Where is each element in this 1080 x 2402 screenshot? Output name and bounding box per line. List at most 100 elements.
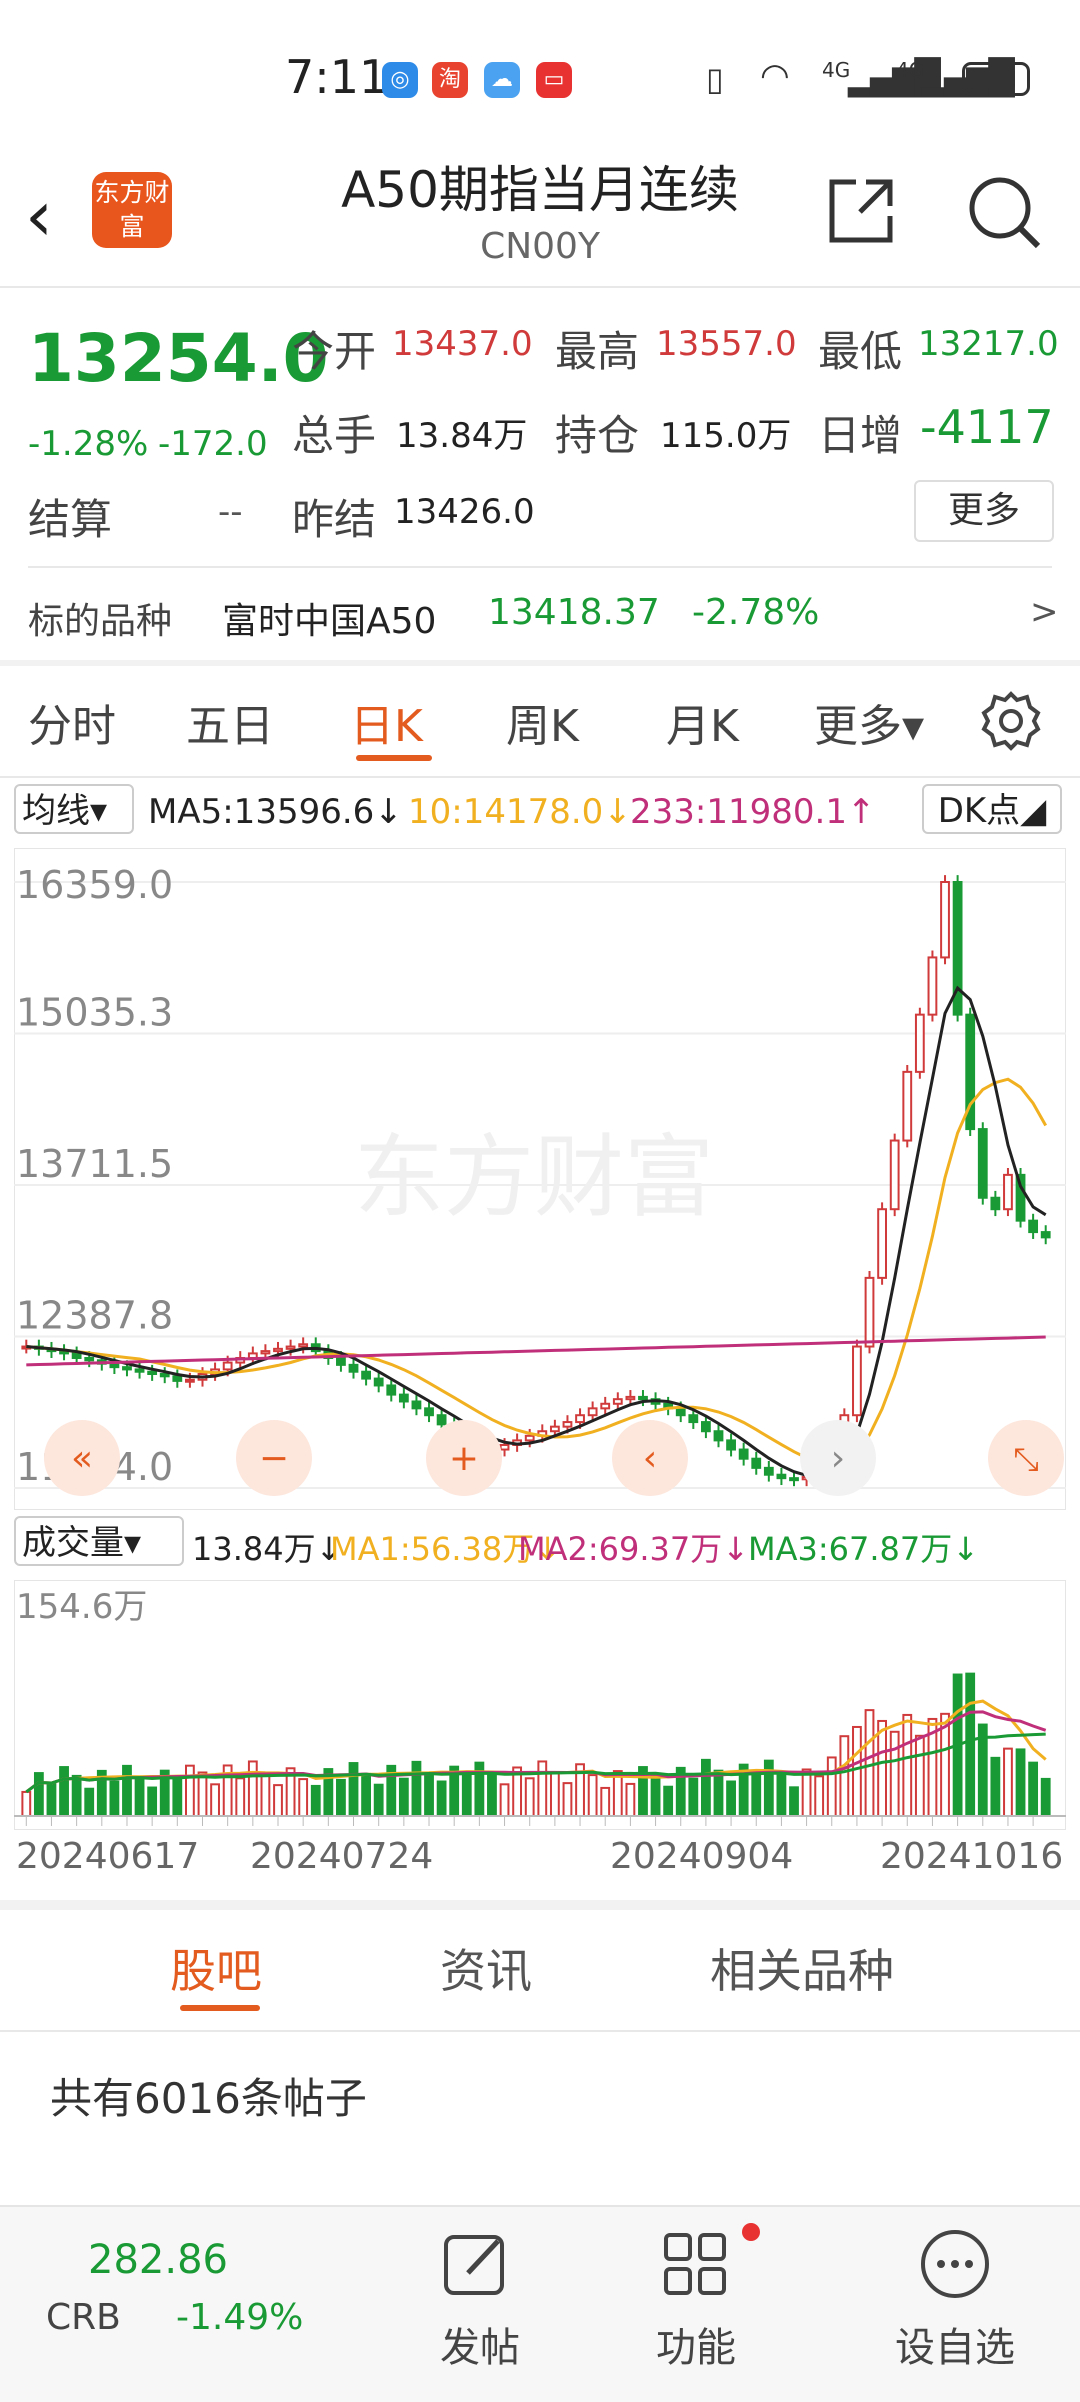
underlying-label: 标的品种: [28, 601, 173, 642]
section-gap: [0, 660, 1080, 666]
candle: [675, 1407, 686, 1417]
post-button[interactable]: 发帖: [400, 2219, 560, 2389]
change-pct: -1.28%: [28, 424, 149, 464]
candle: [638, 1395, 648, 1401]
low-value: 13217.0: [918, 324, 1059, 364]
tab-daily-k[interactable]: 日K: [350, 690, 423, 754]
candle: [373, 1377, 384, 1387]
tab-five-day[interactable]: 五日: [186, 690, 274, 754]
candle: [990, 1196, 1001, 1211]
dk-point-button[interactable]: DK点◢: [922, 784, 1062, 834]
prev-settle-label: 昨结: [292, 495, 377, 544]
signal-label-2: 4G: [896, 58, 925, 82]
post-label: 发帖: [440, 2325, 520, 2371]
section-gap: [0, 1900, 1080, 1910]
volume-bar: [1028, 1761, 1039, 1817]
add-watchlist-button[interactable]: 设自选: [870, 2219, 1040, 2389]
vol-ma3: MA3:67.87万↓: [748, 1530, 980, 1568]
candle: [751, 1457, 762, 1469]
volume-bar: [852, 1725, 862, 1817]
candle: [348, 1363, 359, 1373]
candle: [612, 1398, 623, 1405]
open-value: 13437.0: [392, 324, 533, 364]
volume-bar: [562, 1782, 573, 1818]
tab-weekly-k[interactable]: 周K: [506, 690, 579, 754]
candle: [71, 1352, 82, 1359]
grid-icon: [664, 2233, 726, 2295]
position-value: 115.0万: [660, 416, 792, 456]
volume-bar: [801, 1768, 812, 1817]
divider: [0, 286, 1080, 288]
candle: [600, 1402, 611, 1410]
volume-value: 13.84万↓: [192, 1530, 343, 1568]
tab-more[interactable]: 更多▾: [814, 690, 924, 754]
volume-bar: [864, 1709, 875, 1818]
edit-icon: [444, 2235, 504, 2295]
candle: [298, 1343, 309, 1348]
underlying-row[interactable]: 标的品种 富时中国A50 13418.37 -2.78% >: [0, 580, 1080, 650]
notification-dot: [742, 2223, 760, 2241]
tab-news[interactable]: 资讯: [440, 1935, 532, 2001]
volume-bar: [147, 1786, 158, 1817]
volume-bar: [273, 1784, 283, 1818]
volume-bar: [21, 1790, 32, 1817]
candle: [789, 1477, 799, 1482]
search-icon[interactable]: [966, 174, 1044, 252]
volume-bar: [59, 1766, 69, 1818]
x-tick-label: 20241016: [880, 1836, 1064, 1877]
volume-bar: [84, 1787, 95, 1818]
volume-bar: [235, 1777, 246, 1818]
volume-bar: [398, 1777, 409, 1817]
candle: [852, 1345, 862, 1417]
volume-bar: [373, 1783, 384, 1817]
candlestick-chart[interactable]: 东方财富 16359.015035.313711.512387.811064.0…: [14, 848, 1066, 1510]
function-button[interactable]: 功能: [616, 2219, 776, 2389]
volume-bar: [260, 1773, 271, 1818]
share-icon[interactable]: [826, 176, 896, 246]
candle: [260, 1350, 271, 1355]
ma-selector[interactable]: 均线▾: [14, 784, 134, 834]
divider: [0, 776, 1080, 778]
volume-bar: [990, 1756, 1001, 1817]
open-label: 今开: [292, 327, 377, 376]
rewind-icon: «: [71, 1438, 93, 1479]
plus-icon: +: [449, 1438, 479, 1479]
volume-bar: [726, 1780, 736, 1818]
volume-bar: [814, 1775, 825, 1818]
candle: [411, 1400, 422, 1410]
candle: [1003, 1173, 1013, 1211]
tab-intraday[interactable]: 分时: [28, 690, 116, 754]
volume-chart[interactable]: 154.6万: [14, 1580, 1066, 1830]
volume-bar: [600, 1786, 611, 1817]
volume-selector[interactable]: 成交量▾: [14, 1516, 184, 1566]
page-subtitle: CN00Y: [480, 226, 600, 267]
volume-bar: [197, 1771, 208, 1818]
candle: [499, 1443, 510, 1451]
tab-monthly-k[interactable]: 月K: [666, 690, 739, 754]
candle: [524, 1434, 535, 1442]
candle: [977, 1128, 988, 1199]
candle: [386, 1384, 397, 1396]
candle: [914, 1013, 925, 1073]
minus-icon: −: [259, 1438, 289, 1479]
weather-app-icon: ☁: [484, 62, 520, 98]
volume-bar: [185, 1764, 195, 1818]
page-title: A50期指当月连续: [341, 161, 739, 219]
ma5-value: MA5:13596.6↓: [148, 792, 403, 832]
gear-icon[interactable]: [980, 690, 1042, 752]
candle: [185, 1378, 195, 1383]
more-button[interactable]: 更多: [914, 480, 1054, 542]
candle: [1028, 1219, 1039, 1234]
volume-bar: [411, 1760, 422, 1818]
volume-bar: [763, 1759, 774, 1817]
tab-related[interactable]: 相关品种: [710, 1935, 894, 2001]
volume-bar: [587, 1774, 598, 1817]
y-tick-label: 13711.5: [16, 1142, 173, 1186]
bottom-bar: 282.86 CRB -1.49% 发帖 功能 设自选: [0, 2205, 1080, 2402]
candle: [336, 1356, 346, 1366]
tab-guba[interactable]: 股吧: [170, 1935, 262, 2001]
active-tab-underline: [356, 755, 432, 761]
volume-bar: [549, 1771, 560, 1817]
position-label: 持仓: [555, 411, 640, 460]
candle: [927, 956, 938, 1016]
